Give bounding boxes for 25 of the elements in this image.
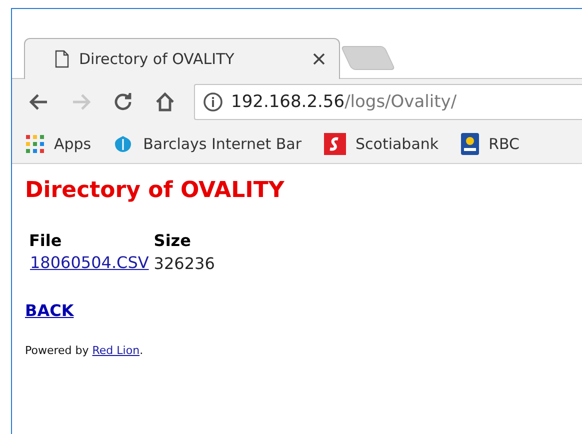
bookmark[interactable]: RBC xyxy=(460,133,520,155)
browser-tab[interactable]: Directory of OVALITY xyxy=(24,38,340,79)
column-header: Size xyxy=(154,231,192,250)
bookmark[interactable]: Scotiabank xyxy=(324,133,439,155)
back-link[interactable]: BACK xyxy=(25,301,74,320)
page-heading: Directory of OVALITY xyxy=(25,178,286,203)
home-icon xyxy=(154,91,176,113)
tab-title: Directory of OVALITY xyxy=(79,50,236,68)
column-header: File xyxy=(29,231,63,250)
footer-text: Powered by Red Lion. xyxy=(25,344,144,357)
footer-link[interactable]: Red Lion xyxy=(92,344,140,357)
info-icon xyxy=(203,92,223,112)
bookmark[interactable]: Barclays Internet Bar xyxy=(113,134,302,154)
apps-grid-icon xyxy=(26,135,44,153)
shield-icon xyxy=(460,133,479,155)
page-icon xyxy=(55,50,69,68)
close-icon[interactable] xyxy=(313,53,325,65)
file-link[interactable]: 18060504.CSV xyxy=(30,253,149,272)
url-host: 192.168.2.56 xyxy=(231,92,345,112)
table-cell-text: 326236 xyxy=(154,253,216,273)
scotiabank-icon xyxy=(324,133,346,155)
bookmark[interactable]: Apps xyxy=(26,135,92,153)
address-bar[interactable]: 192.168.2.56/logs/Ovality/ xyxy=(194,84,582,120)
url-path: /logs/Ovality/ xyxy=(344,92,457,112)
reload-icon xyxy=(112,91,134,113)
